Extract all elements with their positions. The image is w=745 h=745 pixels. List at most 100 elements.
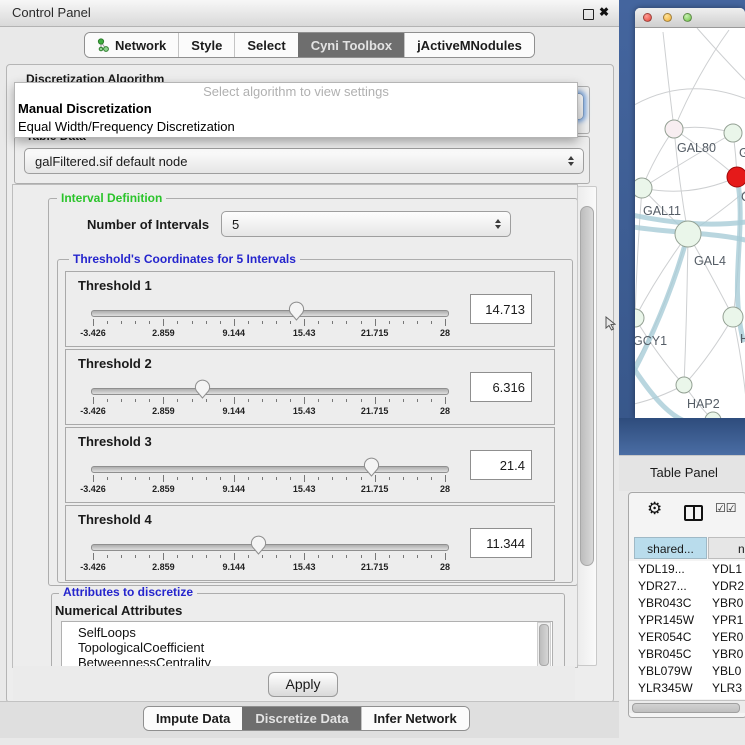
zoom-traffic-light[interactable]: [683, 13, 692, 22]
apply-button[interactable]: Apply: [268, 672, 338, 697]
close-traffic-light[interactable]: [643, 13, 652, 22]
tick-mark: [248, 555, 249, 558]
table-cell[interactable]: YBL0: [712, 663, 741, 680]
tick-mark: [375, 397, 376, 404]
table-cell[interactable]: YPR1: [712, 612, 743, 629]
scrollbar-thumb[interactable]: [539, 624, 549, 666]
network-canvas[interactable]: GAL80GCGAL11GAL4GCY1HHAP2: [635, 28, 745, 418]
tab-cyni-toolbox[interactable]: Cyni Toolbox: [298, 33, 404, 57]
table-cell[interactable]: YDR27...: [638, 578, 687, 595]
network-node-gal80[interactable]: [665, 120, 683, 138]
table-row[interactable]: YDR27... YDR2: [629, 578, 745, 595]
tick-mark: [304, 397, 305, 404]
network-edge[interactable]: [635, 188, 642, 318]
table-cell[interactable]: YBL079W: [638, 663, 692, 680]
settings-scroll-area: Interval Definition Number of Intervals …: [12, 184, 578, 668]
close-icon[interactable]: ✖: [599, 5, 609, 19]
network-edge[interactable]: [684, 234, 688, 385]
settings-scrollbar[interactable]: [577, 186, 597, 666]
table-cell[interactable]: YLR3: [712, 680, 742, 697]
tab-jactivemnodules[interactable]: jActiveMNodules: [404, 33, 534, 57]
network-node[interactable]: [727, 167, 745, 187]
table-cell[interactable]: YIL0: [712, 697, 737, 699]
network-edge-thick[interactable]: [635, 234, 688, 384]
menu-item-equal-width-frequency-discretization[interactable]: Equal Width/Frequency Discretization: [15, 118, 577, 136]
network-edge[interactable]: [684, 317, 733, 385]
network-edge[interactable]: [635, 89, 745, 108]
slider-track[interactable]: [91, 388, 449, 395]
table-row[interactable]: YBR043C YBR0: [629, 595, 745, 612]
attributes-list[interactable]: SelfLoopsTopologicalCoefficientBetweenne…: [61, 621, 553, 668]
network-edge[interactable]: [635, 234, 688, 318]
menu-item-manual-discretization[interactable]: Manual Discretization: [15, 100, 577, 118]
network-edge[interactable]: [663, 32, 674, 129]
column-header-name[interactable]: name: [708, 537, 745, 559]
threshold-value-field[interactable]: 11.344: [470, 528, 532, 558]
slider-track[interactable]: [91, 466, 449, 473]
table-cell[interactable]: YLR345W: [638, 680, 693, 697]
split-columns-icon[interactable]: [684, 505, 703, 521]
table-row[interactable]: YBL079W YBL0: [629, 663, 745, 680]
network-node[interactable]: [723, 307, 743, 327]
table-row[interactable]: YBR045C YBR0: [629, 646, 745, 663]
tab-network[interactable]: Network: [85, 33, 178, 57]
float-window-icon[interactable]: [583, 9, 594, 20]
table-cell[interactable]: YDL19...: [638, 561, 685, 578]
network-node-hap2[interactable]: [676, 377, 692, 393]
tab-impute-data[interactable]: Impute Data: [144, 707, 242, 730]
slider-knob[interactable]: [194, 379, 211, 399]
table-cell[interactable]: YBR045C: [638, 646, 691, 663]
tab-style[interactable]: Style: [178, 33, 234, 57]
table-row[interactable]: YLR345W YLR3: [629, 680, 745, 697]
table-cell[interactable]: YER054C: [638, 629, 691, 646]
table-row[interactable]: YER054C YER0: [629, 629, 745, 646]
threshold-value-field[interactable]: 21.4: [470, 450, 532, 480]
table-cell[interactable]: YBR043C: [638, 595, 691, 612]
minimize-traffic-light[interactable]: [663, 13, 672, 22]
slider-knob[interactable]: [363, 457, 380, 477]
table-row[interactable]: YDL19... YDL1: [629, 561, 745, 578]
scrollbar-thumb[interactable]: [580, 206, 594, 566]
table-cell[interactable]: YBR0: [712, 646, 743, 663]
attribute-list-item[interactable]: SelfLoops: [78, 625, 136, 640]
network-edge[interactable]: [674, 30, 729, 129]
table-horizontal-scrollbar[interactable]: [629, 700, 745, 713]
tab-infer-network[interactable]: Infer Network: [361, 707, 469, 730]
table-row[interactable]: YIL053C YIL0: [629, 697, 745, 699]
network-edge[interactable]: [697, 28, 745, 84]
tick-mark: [107, 555, 108, 558]
tick-mark: [332, 477, 333, 480]
number-of-intervals-combo[interactable]: 5: [221, 211, 511, 237]
network-window-titlebar[interactable]: [635, 8, 745, 28]
slider-knob[interactable]: [288, 301, 305, 321]
table-cell[interactable]: YDR2: [712, 578, 744, 595]
table-cell[interactable]: YER0: [712, 629, 743, 646]
network-node-gal4[interactable]: [675, 221, 701, 247]
attribute-list-item[interactable]: TopologicalCoefficient: [78, 640, 204, 655]
table-cell[interactable]: YPR145W: [638, 612, 694, 629]
network-node-gcy1[interactable]: [635, 309, 644, 327]
network-edge[interactable]: [688, 234, 733, 317]
table-panel-titlebar: Table Panel: [619, 455, 745, 492]
threshold-value-field[interactable]: 14.713: [470, 294, 532, 324]
gear-icon[interactable]: ⚙: [647, 499, 662, 519]
threshold-value-field[interactable]: 6.316: [470, 372, 532, 402]
tick-mark: [234, 475, 235, 482]
tab-select[interactable]: Select: [234, 33, 297, 57]
scrollbar-thumb[interactable]: [632, 703, 740, 713]
table-cell[interactable]: YBR0: [712, 595, 743, 612]
select-columns-icon[interactable]: ☑☑: [715, 501, 737, 515]
table-cell[interactable]: YDL1: [712, 561, 742, 578]
table-row[interactable]: YPR145W YPR1: [629, 612, 745, 629]
network-node-gal11[interactable]: [635, 178, 652, 198]
table-data-combo[interactable]: galFiltered.sif default node: [24, 148, 584, 174]
table-cell[interactable]: YIL053C: [638, 697, 685, 699]
attributes-list-scrollbar[interactable]: [537, 622, 551, 668]
tick-mark: [361, 555, 362, 558]
network-node[interactable]: [724, 124, 742, 142]
tab-discretize-data[interactable]: Discretize Data: [242, 707, 360, 730]
column-header-shared-[interactable]: shared...: [634, 537, 707, 559]
slider-track[interactable]: [91, 544, 449, 551]
slider-track[interactable]: [91, 310, 449, 317]
slider-knob[interactable]: [250, 535, 267, 555]
